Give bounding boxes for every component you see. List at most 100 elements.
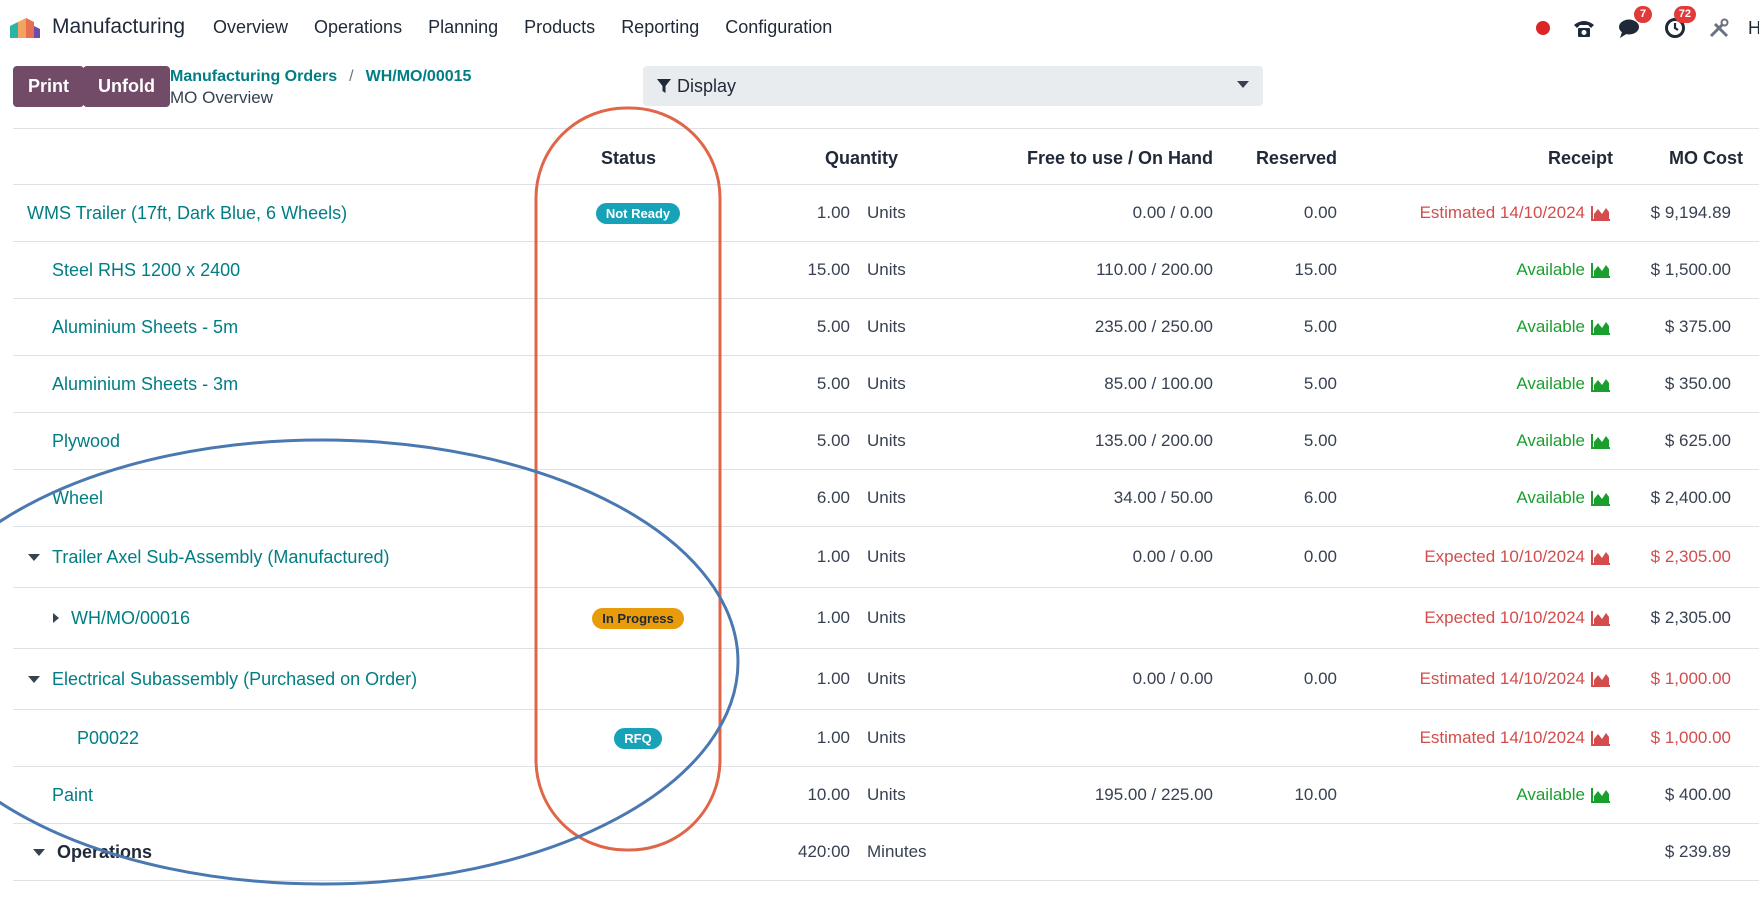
row-reserved: 15.00 bbox=[1294, 260, 1337, 279]
receipt-text: Available bbox=[1516, 431, 1585, 450]
row-uom: Units bbox=[867, 203, 906, 222]
row-name-link[interactable]: Trailer Axel Sub-Assembly (Manufactured) bbox=[52, 547, 389, 568]
header-receipt: Receipt bbox=[1547, 148, 1613, 168]
row-name-cell: Plywood bbox=[52, 413, 120, 469]
table-row: Plywood 5.00 Units 135.00 / 200.00 5.00 Avail… bbox=[13, 413, 1759, 470]
activities-button[interactable]: 72 bbox=[1664, 6, 1696, 42]
menu-configuration[interactable]: Configuration bbox=[725, 17, 832, 38]
phone-button[interactable] bbox=[1572, 14, 1596, 42]
row-uom: Units bbox=[867, 431, 906, 450]
receipt-text: Expected 10/10/2024 bbox=[1424, 608, 1585, 627]
caret-down-icon[interactable] bbox=[33, 848, 45, 856]
row-receipt: Expected 10/10/2024 bbox=[1351, 527, 1611, 587]
table-row: Steel RHS 1200 x 2400 15.00 Units 110.00 / … bbox=[13, 242, 1759, 299]
user-menu[interactable]: H bbox=[1748, 14, 1759, 42]
recording-indicator[interactable] bbox=[1536, 14, 1550, 42]
row-name-link[interactable]: Operations bbox=[57, 842, 152, 863]
record-dot-icon bbox=[1536, 21, 1550, 35]
caret-right-icon[interactable] bbox=[53, 613, 59, 623]
menu-reporting[interactable]: Reporting bbox=[621, 17, 699, 38]
row-reserved: 0.00 bbox=[1303, 203, 1337, 222]
menu-products[interactable]: Products bbox=[524, 17, 595, 38]
row-name-cell: Aluminium Sheets - 3m bbox=[52, 356, 238, 412]
settings-tools-button[interactable] bbox=[1708, 14, 1730, 42]
row-name-link[interactable]: Aluminium Sheets - 3m bbox=[52, 374, 238, 395]
row-receipt: Estimated 14/10/2024 bbox=[1351, 649, 1611, 709]
row-mo-cost: $ 400.00 bbox=[1664, 785, 1731, 804]
table-header: Status Quantity Free to use / On Hand Re… bbox=[13, 128, 1759, 185]
menu-planning[interactable]: Planning bbox=[428, 17, 498, 38]
row-quantity: 420:00 bbox=[798, 842, 850, 861]
breadcrumb-manufacturing-orders[interactable]: Manufacturing Orders bbox=[170, 68, 337, 85]
row-name-cell: Paint bbox=[52, 767, 93, 823]
row-free-on-hand: 34.00 / 50.00 bbox=[1113, 488, 1213, 507]
table-body: WMS Trailer (17ft, Dark Blue, 6 Wheels) N… bbox=[13, 185, 1759, 881]
row-free-on-hand: 0.00 / 0.00 bbox=[1132, 669, 1213, 688]
table-row: Aluminium Sheets - 3m 5.00 Units 85.00 / 10… bbox=[13, 356, 1759, 413]
menu-overview[interactable]: Overview bbox=[213, 17, 288, 38]
row-reserved: 5.00 bbox=[1303, 317, 1337, 336]
row-mo-cost: $ 1,500.00 bbox=[1650, 260, 1731, 279]
row-name-link[interactable]: Wheel bbox=[52, 488, 103, 509]
table-row: Paint 10.00 Units 195.00 / 225.00 10.00 Avail… bbox=[13, 767, 1759, 824]
row-quantity: 1.00 bbox=[816, 608, 850, 627]
display-dropdown[interactable]: Display bbox=[643, 66, 1263, 106]
row-receipt: Estimated 14/10/2024 bbox=[1351, 185, 1611, 241]
row-free-on-hand: 0.00 / 0.00 bbox=[1132, 203, 1213, 222]
row-receipt: Available bbox=[1351, 470, 1611, 526]
header-status: Status bbox=[601, 148, 657, 168]
receipt-text: Available bbox=[1516, 488, 1585, 507]
row-quantity: 5.00 bbox=[816, 317, 850, 336]
row-uom: Units bbox=[867, 728, 906, 747]
messages-badge: 7 bbox=[1634, 6, 1652, 23]
row-receipt: Available bbox=[1351, 767, 1611, 823]
row-free-on-hand: 235.00 / 250.00 bbox=[1094, 317, 1213, 336]
row-quantity: 1.00 bbox=[816, 669, 850, 688]
row-name-cell: Aluminium Sheets - 5m bbox=[52, 299, 238, 355]
row-uom: Units bbox=[867, 669, 906, 688]
manufacturing-app-icon[interactable] bbox=[8, 16, 42, 40]
row-uom: Units bbox=[867, 317, 906, 336]
row-uom: Units bbox=[867, 608, 906, 627]
row-name-link[interactable]: Electrical Subassembly (Purchased on Ord… bbox=[52, 669, 417, 690]
row-free-on-hand: 135.00 / 200.00 bbox=[1094, 431, 1213, 450]
row-name-link[interactable]: Steel RHS 1200 x 2400 bbox=[52, 260, 240, 281]
menu-operations[interactable]: Operations bbox=[314, 17, 402, 38]
caret-down-icon[interactable] bbox=[28, 675, 40, 683]
row-quantity: 5.00 bbox=[816, 374, 850, 393]
row-name-link[interactable]: WMS Trailer (17ft, Dark Blue, 6 Wheels) bbox=[27, 203, 347, 224]
row-name-link[interactable]: Paint bbox=[52, 785, 93, 806]
header-reserved: Reserved bbox=[1255, 148, 1337, 168]
row-name-link[interactable]: P00022 bbox=[77, 728, 139, 749]
header-quantity: Quantity bbox=[825, 148, 899, 168]
row-name-link[interactable]: WH/MO/00016 bbox=[71, 608, 190, 629]
unfold-button[interactable]: Unfold bbox=[83, 66, 170, 107]
caret-down-icon[interactable] bbox=[28, 553, 40, 561]
header-mo-cost: MO Cost bbox=[1669, 148, 1743, 168]
row-name-link[interactable]: Plywood bbox=[52, 431, 120, 452]
display-label: Display bbox=[677, 75, 737, 96]
table-row: Operations 420:00 Minutes $ 239.89 bbox=[13, 824, 1759, 881]
row-name-link[interactable]: Aluminium Sheets - 5m bbox=[52, 317, 238, 338]
mo-overview-table: Status Quantity Free to use / On Hand Re… bbox=[13, 128, 1759, 881]
chevron-down-icon bbox=[1237, 81, 1249, 88]
row-reserved: 5.00 bbox=[1303, 431, 1337, 450]
row-receipt: Available bbox=[1351, 242, 1611, 298]
print-button[interactable]: Print bbox=[13, 66, 85, 107]
main-menu: Overview Operations Planning Products Re… bbox=[213, 17, 858, 38]
system-tray: 7 72 H bbox=[1514, 6, 1759, 46]
table-row: WH/MO/00016 In Progress 1.00 Units Expected … bbox=[13, 588, 1759, 649]
row-receipt: Expected 10/10/2024 bbox=[1351, 588, 1611, 648]
row-quantity: 6.00 bbox=[816, 488, 850, 507]
app-name[interactable]: Manufacturing bbox=[52, 15, 185, 39]
table-row: WMS Trailer (17ft, Dark Blue, 6 Wheels) N… bbox=[13, 185, 1759, 242]
row-name-cell: Trailer Axel Sub-Assembly (Manufactured) bbox=[28, 527, 389, 587]
row-reserved: 0.00 bbox=[1303, 669, 1337, 688]
filter-icon bbox=[657, 78, 671, 93]
row-name-cell: Electrical Subassembly (Purchased on Ord… bbox=[28, 649, 417, 709]
messages-button[interactable]: 7 bbox=[1618, 6, 1652, 42]
receipt-text: Estimated 14/10/2024 bbox=[1419, 728, 1585, 747]
table-row: Trailer Axel Sub-Assembly (Manufactured)… bbox=[13, 527, 1759, 588]
receipt-text: Available bbox=[1516, 374, 1585, 393]
breadcrumb-current-mo[interactable]: WH/MO/00015 bbox=[366, 68, 472, 85]
